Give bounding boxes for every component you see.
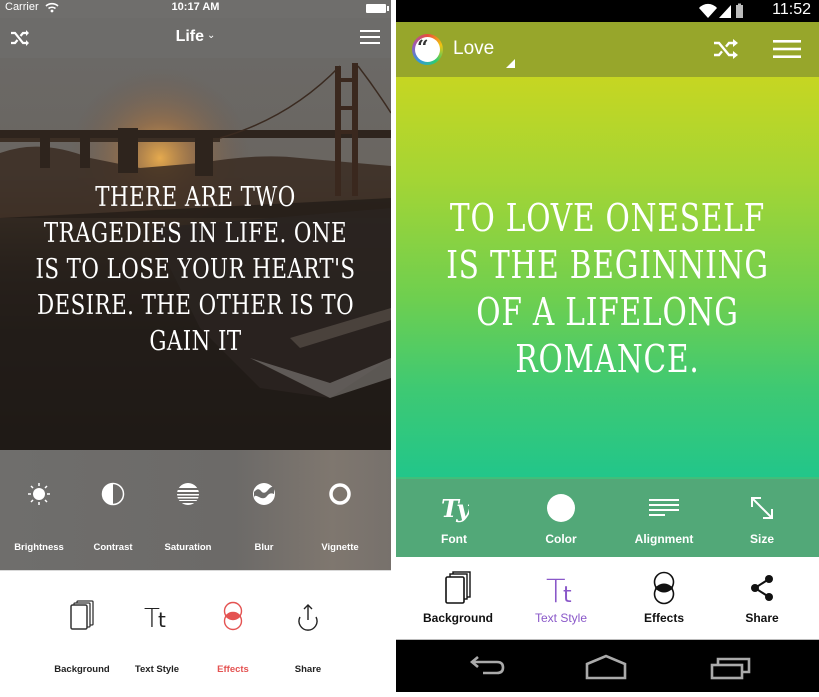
tool-label: Alignment <box>634 532 694 546</box>
tab-label: Share <box>745 611 779 625</box>
hamburger-menu-icon[interactable] <box>773 39 801 59</box>
wifi-icon <box>699 3 717 19</box>
ios-editor-screen: Carrier 10:17 AM Life ⌄ THERE ARE TWO TR… <box>0 0 391 697</box>
effect-blur[interactable]: Blur <box>225 450 303 570</box>
status-icons <box>699 3 743 19</box>
effect-label: Contrast <box>93 542 133 553</box>
effect-vignette[interactable]: Vignette <box>301 450 379 570</box>
tab-label: Text Style <box>134 664 180 675</box>
tab-label: Effects <box>643 611 684 625</box>
status-time: 11:52 <box>772 1 811 18</box>
text-tools-bar: Ty Font Color Alignment Size <box>396 477 819 557</box>
hamburger-menu-icon[interactable] <box>360 29 380 45</box>
tab-label: Effects <box>217 664 249 675</box>
tab-label: Background <box>54 664 110 675</box>
sun-icon <box>28 483 50 505</box>
quote-logo-icon: “ <box>412 34 443 65</box>
tool-font[interactable]: Ty Font <box>409 479 499 559</box>
tab-share[interactable]: Share <box>270 571 346 697</box>
contrast-icon <box>101 482 125 506</box>
tab-share[interactable]: Share <box>712 557 812 640</box>
tab-text-style[interactable]: T t Text Style <box>511 557 611 640</box>
quote-text[interactable]: To love oneself is the beginning of a li… <box>443 195 773 383</box>
effect-label: Brightness <box>14 542 64 553</box>
effects-icon <box>223 601 243 631</box>
status-time: 10:17 AM <box>171 1 220 13</box>
ring-icon <box>329 483 351 505</box>
tab-background[interactable]: Background <box>408 557 508 640</box>
tool-label: Color <box>545 532 577 546</box>
tool-alignment[interactable]: Alignment <box>619 479 709 559</box>
android-bottom-tabs: Background T t Text Style Effects Share <box>396 557 819 640</box>
ios-bottom-tabs: Background T t Text Style Effects Share <box>0 570 391 697</box>
stacked-pages-icon <box>445 571 471 604</box>
effects-icon <box>653 571 675 605</box>
quote-background-gradient[interactable]: To love oneself is the beginning of a li… <box>396 77 819 477</box>
quote-background-photo[interactable]: There are two tragedies in life. One is … <box>0 58 391 450</box>
resize-arrow-icon <box>751 497 773 519</box>
android-app-bar: “ Love <box>396 22 819 77</box>
tool-color[interactable]: Color <box>516 479 606 559</box>
quote-text[interactable]: There are two tragedies in life. One is … <box>31 180 361 360</box>
shuffle-icon[interactable] <box>712 37 740 61</box>
ios-nav-bar: Life ⌄ <box>0 18 391 58</box>
svg-text:t: t <box>158 608 166 632</box>
tab-background[interactable]: Background <box>44 571 120 697</box>
tool-label: Font <box>441 532 467 546</box>
svg-text:Ty: Ty <box>441 494 469 523</box>
effect-label: Saturation <box>164 542 212 553</box>
align-lines-icon <box>649 499 679 516</box>
effect-label: Vignette <box>321 542 359 553</box>
text-style-icon: T t <box>546 572 572 605</box>
android-editor-screen: 11:52 “ Love To love oneself is the begi… <box>396 0 819 697</box>
tab-text-style[interactable]: T t Text Style <box>119 571 195 697</box>
dropdown-triangle-icon[interactable] <box>506 59 515 68</box>
effect-label: Blur <box>254 542 274 553</box>
battery-icon <box>366 4 389 13</box>
tool-size[interactable]: Size <box>717 479 807 559</box>
color-circle-icon <box>547 494 575 522</box>
blur-icon <box>253 483 275 505</box>
effect-brightness[interactable]: Brightness <box>0 450 78 570</box>
category-title[interactable]: Love <box>453 38 494 60</box>
battery-icon <box>736 3 743 18</box>
ios-status-bar: Carrier 10:17 AM <box>0 0 391 18</box>
signal-icon <box>719 5 731 18</box>
recents-icon[interactable] <box>709 654 753 680</box>
effect-contrast[interactable]: Contrast <box>74 450 152 570</box>
effects-toolbar: Brightness Contrast Saturation Blur Vign… <box>0 450 391 570</box>
home-icon[interactable] <box>584 654 628 680</box>
tab-label: Background <box>422 611 493 625</box>
android-status-bar: 11:52 <box>396 0 819 22</box>
stacked-pages-icon <box>70 600 94 630</box>
back-icon[interactable] <box>463 654 507 680</box>
svg-text:t: t <box>563 583 572 605</box>
tab-effects[interactable]: Effects <box>195 571 271 697</box>
saturation-icon <box>177 483 199 505</box>
share-nodes-icon <box>751 575 773 601</box>
category-selector[interactable]: Life ⌄ <box>0 28 391 46</box>
text-style-icon: T t <box>144 604 166 633</box>
tab-label: Text Style <box>534 611 588 625</box>
tab-label: Share <box>294 664 322 675</box>
tab-effects[interactable]: Effects <box>614 557 714 640</box>
font-script-icon: Ty <box>441 494 469 523</box>
chevron-down-icon: ⌄ <box>207 30 216 41</box>
android-navigation-bar <box>396 640 819 692</box>
share-upload-icon <box>298 604 318 631</box>
effect-saturation[interactable]: Saturation <box>149 450 227 570</box>
category-title: Life <box>175 28 205 45</box>
tool-label: Size <box>749 532 774 546</box>
